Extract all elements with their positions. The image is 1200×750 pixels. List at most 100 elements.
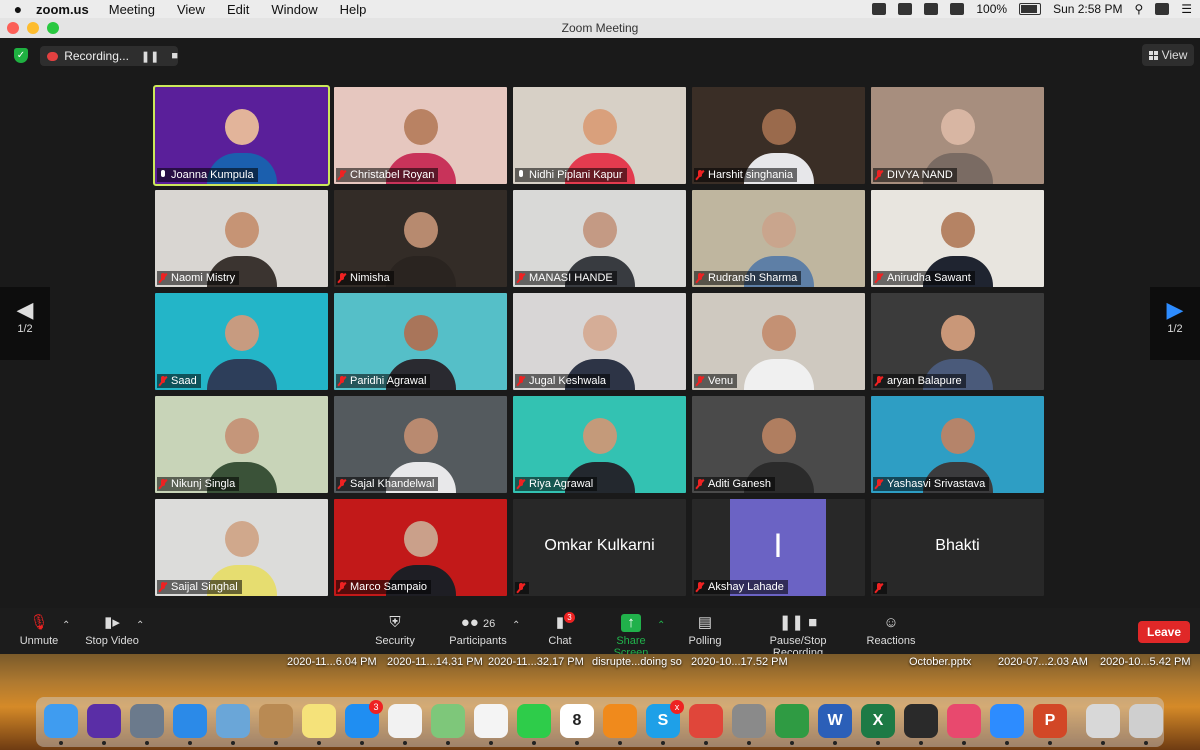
- participant-tile[interactable]: Riya Agrawal: [513, 396, 686, 493]
- fullscreen-window-button[interactable]: [47, 22, 59, 34]
- security-button[interactable]: ⛨ Security: [372, 614, 418, 647]
- participant-tile[interactable]: Marco Sampaio: [334, 499, 507, 596]
- close-window-button[interactable]: [7, 22, 19, 34]
- participant-tile[interactable]: Nimisha: [334, 190, 507, 287]
- participant-tile[interactable]: Yashasvi Srivastava: [871, 396, 1044, 493]
- participant-tile[interactable]: Saijal Singhal: [155, 499, 328, 596]
- view-button[interactable]: View: [1142, 44, 1194, 66]
- participant-tile[interactable]: Omkar Kulkarni: [513, 499, 686, 596]
- participant-tile[interactable]: Paridhi Agrawal: [334, 293, 507, 390]
- participant-tile[interactable]: aryan Balapure: [871, 293, 1044, 390]
- photos-icon[interactable]: [474, 704, 508, 745]
- safari-icon[interactable]: [173, 704, 207, 745]
- video-options-chevron-icon[interactable]: ⌃: [136, 620, 144, 631]
- minimize-window-button[interactable]: [27, 22, 39, 34]
- participant-tile[interactable]: Saad: [155, 293, 328, 390]
- apple-menu-icon[interactable]: ●: [0, 1, 36, 17]
- participant-tile[interactable]: Naomi Mistry: [155, 190, 328, 287]
- next-page-button[interactable]: ▶ 1/2: [1150, 287, 1200, 360]
- share-screen-button[interactable]: ↑ Share Screen: [598, 614, 664, 659]
- menu-edit[interactable]: Edit: [227, 2, 249, 17]
- participant-tile[interactable]: Rudransh Sharma: [692, 190, 865, 287]
- participant-tile[interactable]: Joanna Kumpula: [153, 85, 330, 186]
- desktop-file[interactable]: 2020-07...2.03 AM: [998, 656, 1088, 668]
- menu-meeting[interactable]: Meeting: [109, 2, 155, 17]
- participant-tile[interactable]: Jugal Keshwala: [513, 293, 686, 390]
- contacts-icon[interactable]: [259, 704, 293, 745]
- app-store-icon[interactable]: 3: [345, 700, 383, 745]
- menu-window[interactable]: Window: [271, 2, 317, 17]
- participant-figure-head: [224, 418, 259, 454]
- menu-help[interactable]: Help: [340, 2, 367, 17]
- stop-video-button[interactable]: ▮▸ Stop Video: [84, 614, 140, 647]
- leave-meeting-button[interactable]: Leave: [1138, 621, 1190, 643]
- mail-icon[interactable]: [216, 704, 250, 745]
- reminders-icon[interactable]: [388, 704, 422, 745]
- reactions-button[interactable]: ☺ Reactions: [866, 614, 916, 647]
- desktop-file[interactable]: October.pptx: [909, 656, 971, 668]
- wifi-icon[interactable]: [950, 3, 965, 15]
- menu-app-name[interactable]: zoom.us: [36, 2, 89, 17]
- desktop-file[interactable]: disrupte...doing so: [592, 656, 682, 668]
- encryption-shield-icon[interactable]: ✓: [14, 48, 28, 63]
- desktop-file[interactable]: 2020-11...32.17 PM: [488, 656, 584, 668]
- menubar-clock[interactable]: Sun 2:58 PM: [1053, 2, 1122, 16]
- finder-icon[interactable]: [44, 704, 78, 745]
- audio-options-chevron-icon[interactable]: ⌃: [62, 620, 70, 631]
- participant-tile[interactable]: I Akshay Lahade: [692, 499, 865, 596]
- stop-recording-icon[interactable]: ■: [171, 50, 178, 62]
- itunes-icon[interactable]: [947, 704, 981, 745]
- maps-icon[interactable]: [431, 704, 465, 745]
- system-preferences-icon[interactable]: [732, 704, 766, 745]
- spotlight-search-icon[interactable]: ⚲: [1134, 2, 1143, 16]
- preview-icon[interactable]: [1086, 704, 1120, 745]
- facetime-icon[interactable]: [517, 704, 551, 745]
- participant-tile[interactable]: Venu: [692, 293, 865, 390]
- participant-tile[interactable]: Sajal Khandelwal: [334, 396, 507, 493]
- skype-icon[interactable]: Sx: [646, 700, 684, 745]
- participant-tile[interactable]: Nikunj Singla: [155, 396, 328, 493]
- zoom-icon[interactable]: [990, 704, 1024, 745]
- books-icon[interactable]: [603, 704, 637, 745]
- chat-button[interactable]: ▮ 3 Chat: [546, 612, 575, 647]
- participant-tile[interactable]: Nidhi Piplani Kapur: [513, 87, 686, 184]
- participant-tile[interactable]: DIVYA NAND: [871, 87, 1044, 184]
- activity-monitor-icon[interactable]: [904, 704, 938, 745]
- participant-tile[interactable]: Aditi Ganesh: [692, 396, 865, 493]
- screen-mirror-icon[interactable]: [898, 3, 913, 15]
- participant-tile[interactable]: Anirudha Sawant: [871, 190, 1044, 287]
- desktop-file[interactable]: 2020-10...17.52 PM: [691, 656, 788, 668]
- pause-recording-icon[interactable]: ❚❚: [141, 50, 159, 63]
- chrome-icon[interactable]: [689, 704, 723, 745]
- pause-stop-recording-button[interactable]: ❚❚ ■ Pause/Stop Recording: [744, 614, 852, 659]
- bluetooth-icon[interactable]: [924, 3, 939, 15]
- participant-tile[interactable]: Bhakti: [871, 499, 1044, 596]
- battery-icon[interactable]: [1019, 3, 1042, 15]
- zoom-status-icon[interactable]: [872, 3, 887, 15]
- menu-view[interactable]: View: [177, 2, 205, 17]
- polling-button[interactable]: ▤ Polling: [686, 614, 724, 647]
- siri-icon[interactable]: [87, 704, 121, 745]
- participant-tile[interactable]: Harshit singhania: [692, 87, 865, 184]
- participants-options-chevron-icon[interactable]: ⌃: [512, 620, 520, 631]
- notes-icon[interactable]: [302, 704, 336, 745]
- adguard-icon[interactable]: [775, 704, 809, 745]
- calendar-icon[interactable]: 8: [560, 704, 594, 745]
- participants-button[interactable]: ●● 26 Participants: [446, 614, 510, 647]
- desktop-file[interactable]: 2020-11...14.31 PM: [387, 656, 483, 668]
- siri-menubar-icon[interactable]: [1155, 3, 1170, 15]
- participant-tile[interactable]: MANASI HANDE: [513, 190, 686, 287]
- word-icon[interactable]: W: [818, 704, 852, 745]
- notification-center-icon[interactable]: ☰: [1181, 2, 1192, 16]
- trash-icon[interactable]: [1129, 704, 1163, 745]
- excel-icon[interactable]: X: [861, 704, 895, 745]
- desktop-file[interactable]: 2020-11...6.04 PM: [287, 656, 377, 668]
- powerpoint-icon[interactable]: P: [1033, 704, 1067, 745]
- unmute-button[interactable]: 🎙 Unmute: [18, 614, 60, 647]
- desktop-file[interactable]: 2020-10...5.42 PM: [1100, 656, 1191, 668]
- desktop-file-labels: 2020-11...6.04 PM 2020-11...14.31 PM 202…: [0, 656, 1200, 670]
- participant-tile[interactable]: Christabel Royan: [334, 87, 507, 184]
- share-options-chevron-icon[interactable]: ⌃: [657, 620, 665, 631]
- launchpad-icon[interactable]: [130, 704, 164, 745]
- previous-page-button[interactable]: ◀ 1/2: [0, 287, 50, 360]
